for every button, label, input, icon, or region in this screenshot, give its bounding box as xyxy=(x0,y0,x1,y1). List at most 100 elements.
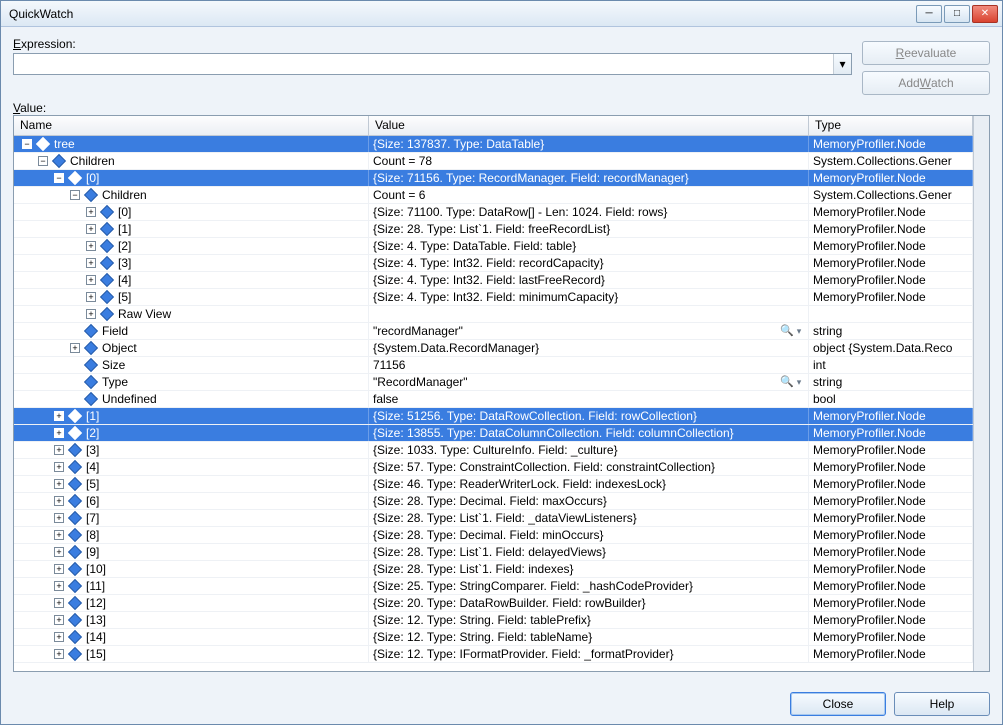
collapse-icon[interactable]: − xyxy=(54,173,64,183)
grid-rows[interactable]: −tree{Size: 137837. Type: DataTable}Memo… xyxy=(14,136,973,671)
row-value: {Size: 51256. Type: DataRowCollection. F… xyxy=(373,408,697,424)
table-row[interactable]: +[1]{Size: 28. Type: List`1. Field: free… xyxy=(14,221,973,238)
expand-icon[interactable]: + xyxy=(86,309,96,319)
table-row[interactable]: +[0]{Size: 71100. Type: DataRow[] - Len:… xyxy=(14,204,973,221)
side-buttons: Reevaluate Add Watch xyxy=(862,37,990,95)
table-row[interactable]: +[4]{Size: 4. Type: Int32. Field: lastFr… xyxy=(14,272,973,289)
collapse-icon[interactable]: − xyxy=(22,139,32,149)
name-cell: +[4] xyxy=(14,459,369,475)
help-button[interactable]: Help xyxy=(894,692,990,716)
property-icon xyxy=(68,171,82,185)
table-row[interactable]: +[14]{Size: 12. Type: String. Field: tab… xyxy=(14,629,973,646)
maximize-button[interactable]: □ xyxy=(944,5,970,23)
expand-icon[interactable]: + xyxy=(54,513,64,523)
magnifier-icon[interactable]: 🔍 xyxy=(780,375,794,389)
table-row[interactable]: Undefinedfalsebool xyxy=(14,391,973,408)
expand-icon[interactable]: + xyxy=(54,445,64,455)
expand-icon[interactable]: + xyxy=(54,411,64,421)
row-name: [5] xyxy=(86,476,99,492)
expand-icon[interactable]: + xyxy=(86,207,96,217)
table-row[interactable]: −ChildrenCount = 78System.Collections.Ge… xyxy=(14,153,973,170)
row-value: {Size: 71100. Type: DataRow[] - Len: 102… xyxy=(373,204,667,220)
expand-icon[interactable]: + xyxy=(54,547,64,557)
close-window-button[interactable]: ✕ xyxy=(972,5,998,23)
collapse-icon[interactable]: − xyxy=(70,190,80,200)
magnifier-icon[interactable]: 🔍 xyxy=(780,324,794,338)
name-cell: +[1] xyxy=(14,221,369,237)
table-row[interactable]: +[10]{Size: 28. Type: List`1. Field: ind… xyxy=(14,561,973,578)
property-icon xyxy=(84,341,98,355)
table-row[interactable]: +[5]{Size: 4. Type: Int32. Field: minimu… xyxy=(14,289,973,306)
expand-icon[interactable]: + xyxy=(54,564,64,574)
table-row[interactable]: +[5]{Size: 46. Type: ReaderWriterLock. F… xyxy=(14,476,973,493)
table-row[interactable]: +[2]{Size: 4. Type: DataTable. Field: ta… xyxy=(14,238,973,255)
expand-icon[interactable]: + xyxy=(86,275,96,285)
table-row[interactable]: +[6]{Size: 28. Type: Decimal. Field: max… xyxy=(14,493,973,510)
name-cell: +[12] xyxy=(14,595,369,611)
close-button[interactable]: Close xyxy=(790,692,886,716)
row-value: {Size: 28. Type: List`1. Field: indexes} xyxy=(373,561,574,577)
row-value: {Size: 137837. Type: DataTable} xyxy=(373,136,544,152)
table-row[interactable]: Size71156int xyxy=(14,357,973,374)
value-cell xyxy=(369,306,809,322)
name-cell: +[15] xyxy=(14,646,369,662)
expand-icon[interactable]: + xyxy=(86,258,96,268)
expand-icon[interactable]: + xyxy=(54,615,64,625)
expand-icon[interactable]: + xyxy=(54,479,64,489)
value-cell: false xyxy=(369,391,809,407)
visualizer-dropdown-icon[interactable]: ▾ xyxy=(794,374,804,390)
table-row[interactable]: +[7]{Size: 28. Type: List`1. Field: _dat… xyxy=(14,510,973,527)
vertical-scrollbar[interactable] xyxy=(973,116,989,671)
table-row[interactable]: +[15]{Size: 12. Type: IFormatProvider. F… xyxy=(14,646,973,663)
expand-icon[interactable]: + xyxy=(54,530,64,540)
add-watch-button[interactable]: Add Watch xyxy=(862,71,990,95)
expand-icon[interactable]: + xyxy=(54,632,64,642)
table-row[interactable]: +Object{System.Data.RecordManager}object… xyxy=(14,340,973,357)
expand-icon[interactable]: + xyxy=(54,598,64,608)
table-row[interactable]: −[0]{Size: 71156. Type: RecordManager. F… xyxy=(14,170,973,187)
property-icon xyxy=(68,579,82,593)
row-type: MemoryProfiler.Node xyxy=(809,221,973,237)
expand-icon[interactable]: + xyxy=(70,343,80,353)
table-row[interactable]: +[3]{Size: 4. Type: Int32. Field: record… xyxy=(14,255,973,272)
table-row[interactable]: +[12]{Size: 20. Type: DataRowBuilder. Fi… xyxy=(14,595,973,612)
table-row[interactable]: +[13]{Size: 12. Type: String. Field: tab… xyxy=(14,612,973,629)
table-row[interactable]: +Raw View xyxy=(14,306,973,323)
expression-input[interactable] xyxy=(14,54,833,74)
row-value: {Size: 25. Type: StringComparer. Field: … xyxy=(373,578,693,594)
name-cell: +[3] xyxy=(14,442,369,458)
table-row[interactable]: +[4]{Size: 57. Type: ConstraintCollectio… xyxy=(14,459,973,476)
expand-icon[interactable]: + xyxy=(86,292,96,302)
visualizer-dropdown-icon[interactable]: ▾ xyxy=(794,323,804,339)
expression-dropdown-button[interactable]: ▾ xyxy=(833,54,851,74)
name-cell: Size xyxy=(14,357,369,373)
table-row[interactable]: +[3]{Size: 1033. Type: CultureInfo. Fiel… xyxy=(14,442,973,459)
col-header-value[interactable]: Value xyxy=(369,116,809,135)
table-row[interactable]: +[11]{Size: 25. Type: StringComparer. Fi… xyxy=(14,578,973,595)
expand-icon[interactable]: + xyxy=(54,428,64,438)
reevaluate-button[interactable]: Reevaluate xyxy=(862,41,990,65)
table-row[interactable]: +[9]{Size: 28. Type: List`1. Field: dela… xyxy=(14,544,973,561)
expand-icon[interactable]: + xyxy=(54,649,64,659)
row-value: {Size: 57. Type: ConstraintCollection. F… xyxy=(373,459,715,475)
expand-icon[interactable]: + xyxy=(86,224,96,234)
expand-icon[interactable]: + xyxy=(54,581,64,591)
table-row[interactable]: Type"RecordManager"🔍▾string xyxy=(14,374,973,391)
table-row[interactable]: −ChildrenCount = 6System.Collections.Gen… xyxy=(14,187,973,204)
expand-icon[interactable]: + xyxy=(54,462,64,472)
table-row[interactable]: +[8]{Size: 28. Type: Decimal. Field: min… xyxy=(14,527,973,544)
expand-icon[interactable]: + xyxy=(54,496,64,506)
table-row[interactable]: Field"recordManager"🔍▾string xyxy=(14,323,973,340)
table-row[interactable]: +[2]{Size: 13855. Type: DataColumnCollec… xyxy=(14,425,973,442)
row-type: MemoryProfiler.Node xyxy=(809,459,973,475)
expand-icon[interactable]: + xyxy=(86,241,96,251)
table-row[interactable]: +[1]{Size: 51256. Type: DataRowCollectio… xyxy=(14,408,973,425)
minimize-button[interactable]: ─ xyxy=(916,5,942,23)
row-type: MemoryProfiler.Node xyxy=(809,629,973,645)
col-header-name[interactable]: Name xyxy=(14,116,369,135)
table-row[interactable]: −tree{Size: 137837. Type: DataTable}Memo… xyxy=(14,136,973,153)
col-header-type[interactable]: Type xyxy=(809,116,973,135)
row-name: [0] xyxy=(86,170,99,186)
name-cell: +[1] xyxy=(14,408,369,424)
collapse-icon[interactable]: − xyxy=(38,156,48,166)
